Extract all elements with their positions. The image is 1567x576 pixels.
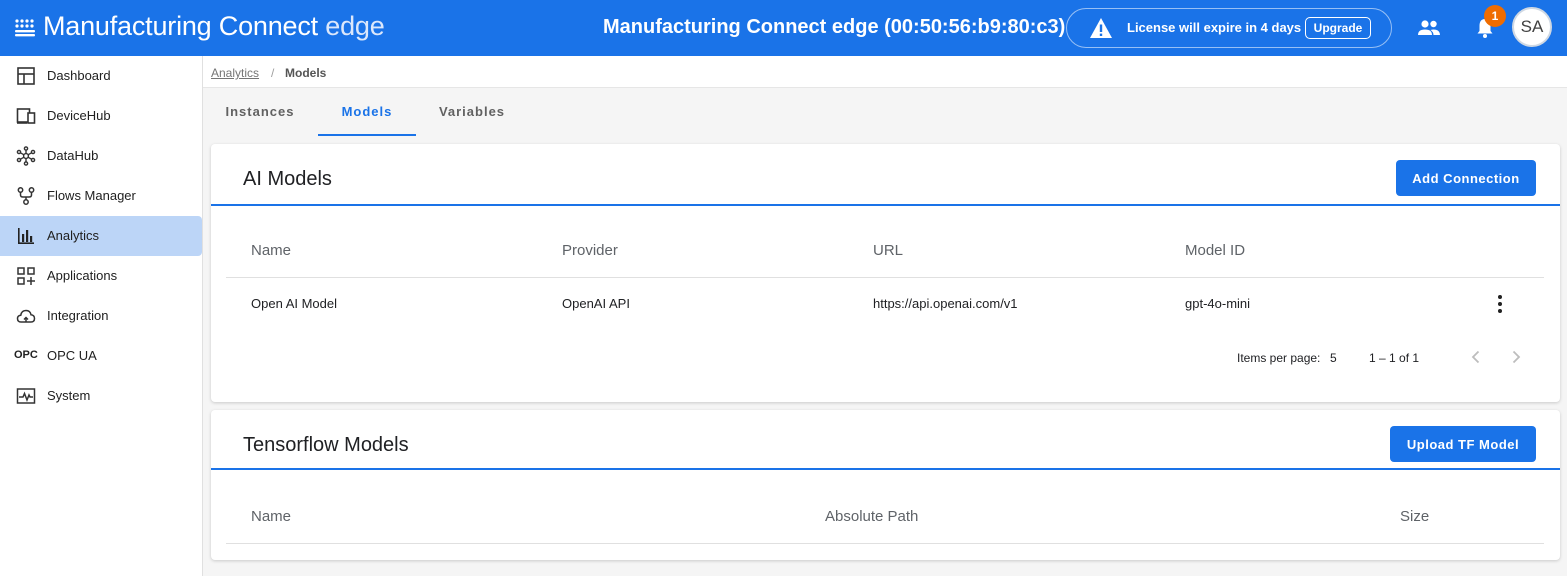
sidebar: Dashboard DeviceHub DataHub Flows Manage… [0, 56, 203, 576]
cloud-sync-icon [16, 309, 36, 323]
add-connection-button[interactable]: Add Connection [1396, 160, 1536, 196]
card-divider [211, 204, 1560, 206]
app-name-suffix: edge [325, 11, 385, 41]
column-header-provider[interactable]: Provider [562, 242, 618, 259]
items-per-page-label: Items per page: [1237, 351, 1321, 365]
app-name-main: Manufacturing Connect [43, 11, 318, 41]
tensorflow-models-card: Tensorflow Models Upload TF Model Name A… [211, 410, 1560, 560]
breadcrumb-current: Models [285, 66, 327, 80]
breadcrumb-analytics-link[interactable]: Analytics [211, 66, 259, 80]
sidebar-item-label: Integration [47, 308, 109, 323]
sidebar-item-system[interactable]: System [0, 376, 202, 416]
sidebar-item-label: System [47, 388, 91, 403]
tab-instances[interactable]: Instances [211, 88, 309, 136]
ai-models-card: AI Models Add Connection Name Provider U… [211, 144, 1560, 402]
bar-chart-icon [18, 228, 34, 244]
sidebar-item-integration[interactable]: Integration [0, 296, 202, 336]
cell-name: Open AI Model [251, 296, 337, 311]
upgrade-button[interactable]: Upgrade [1305, 17, 1371, 39]
cell-url: https://api.openai.com/v1 [873, 296, 1018, 311]
flow-icon [17, 187, 35, 205]
avatar[interactable]: SA [1512, 7, 1552, 47]
app-name[interactable]: Manufacturing Connect edge [43, 11, 385, 42]
column-header-absolute-path[interactable]: Absolute Path [825, 508, 918, 525]
sidebar-item-label: DataHub [47, 148, 99, 163]
sidebar-item-flows-manager[interactable]: Flows Manager [0, 176, 202, 216]
tab-bar: Instances Models Variables [203, 88, 1567, 136]
tab-models[interactable]: Models [318, 88, 416, 136]
sidebar-item-devicehub[interactable]: DeviceHub [0, 96, 202, 136]
upload-tf-model-button[interactable]: Upload TF Model [1390, 426, 1536, 462]
column-header-size[interactable]: Size [1400, 508, 1429, 525]
breadcrumb: Analytics / Models [203, 56, 1567, 88]
cell-model-id: gpt-4o-mini [1185, 296, 1251, 311]
column-header-model-id[interactable]: Model ID [1185, 242, 1245, 259]
tab-variables[interactable]: Variables [423, 88, 521, 136]
paginator-range: 1 – 1 of 1 [1369, 351, 1420, 365]
sidebar-item-dashboard[interactable]: Dashboard [0, 56, 202, 96]
items-per-page-select[interactable]: 5 [1330, 351, 1337, 365]
sidebar-item-label: Flows Manager [47, 188, 136, 203]
devices-icon [16, 108, 36, 124]
sidebar-item-label: DeviceHub [47, 108, 111, 123]
sidebar-item-label: OPC UA [47, 348, 97, 363]
dashboard-icon [17, 67, 35, 85]
chevron-right-icon[interactable] [1506, 347, 1526, 367]
monitor-heart-icon [16, 388, 36, 404]
sidebar-item-label: Applications [47, 268, 118, 283]
card-divider [211, 468, 1560, 470]
notification-badge: 1 [1484, 5, 1506, 27]
license-warning: License will expire in 4 days Upgrade [1066, 8, 1392, 48]
top-app-bar: Manufacturing Connect edge Manufacturing… [0, 0, 1567, 56]
sidebar-item-label: Dashboard [47, 68, 111, 83]
column-header-url[interactable]: URL [873, 242, 903, 259]
cell-provider: OpenAI API [562, 296, 630, 311]
warning-icon [1090, 18, 1112, 38]
device-title: Manufacturing Connect edge (00:50:56:b9:… [603, 16, 1066, 38]
column-header-name[interactable]: Name [251, 242, 291, 259]
tensorflow-models-title: Tensorflow Models [243, 434, 409, 456]
opc-icon: OPC [14, 349, 38, 361]
more-vert-icon[interactable] [1488, 292, 1512, 316]
header-divider [226, 277, 1544, 278]
sidebar-item-datahub[interactable]: DataHub [0, 136, 202, 176]
ai-models-title: AI Models [243, 168, 332, 190]
sidebar-item-label: Analytics [47, 228, 100, 243]
sidebar-item-opc-ua[interactable]: OPC OPC UA [0, 336, 202, 376]
column-header-name[interactable]: Name [251, 508, 291, 525]
apps-add-icon [17, 267, 35, 285]
license-text: License will expire in 4 days [1127, 20, 1302, 35]
grid-dots-icon [15, 19, 35, 37]
sidebar-item-applications[interactable]: Applications [0, 256, 202, 296]
hub-icon [16, 146, 36, 166]
header-divider [226, 543, 1544, 544]
people-icon[interactable] [1415, 14, 1443, 42]
breadcrumb-separator: / [271, 66, 275, 80]
sidebar-item-analytics[interactable]: Analytics [0, 216, 202, 256]
chevron-left-icon[interactable] [1466, 347, 1486, 367]
